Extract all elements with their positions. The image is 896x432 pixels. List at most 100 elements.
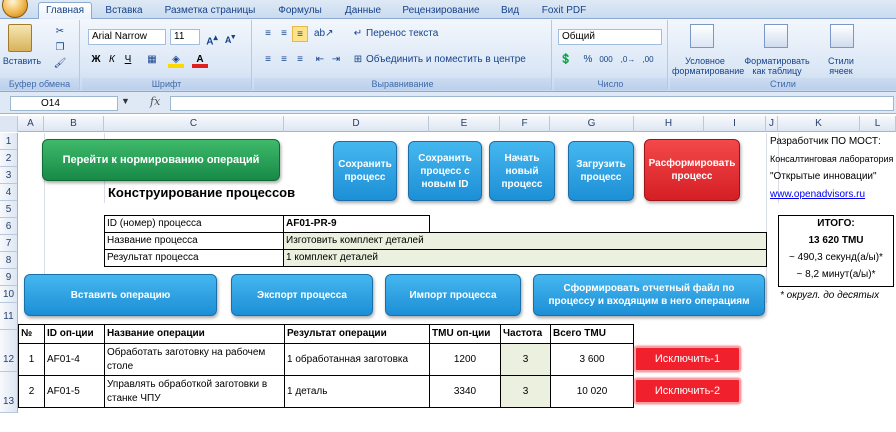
office-button[interactable] — [2, 0, 28, 18]
orientation-icon[interactable]: ab↗ — [314, 26, 334, 42]
decrease-indent-icon[interactable]: ⇤ — [312, 52, 328, 68]
font-size-select[interactable]: 11 — [170, 29, 200, 45]
row-header-8[interactable]: 8 — [0, 252, 18, 269]
process-name-value[interactable]: Изготовить комплект деталей — [283, 232, 767, 250]
row-header-10[interactable]: 10 — [0, 286, 18, 303]
cell-styles-button[interactable]: Стили ячеек — [818, 56, 864, 76]
row-header-6[interactable]: 6 — [0, 218, 18, 235]
row-header-3[interactable]: 3 — [0, 167, 18, 184]
process-id-value[interactable]: AF01-PR-9 — [283, 215, 430, 233]
row-header-7[interactable]: 7 — [0, 235, 18, 252]
table-row-2-frequency[interactable]: 3 — [500, 375, 551, 408]
percent-icon[interactable]: % — [580, 52, 596, 68]
exclude-1-button[interactable]: Исключить-1 — [634, 346, 741, 372]
column-header-d[interactable]: D — [284, 116, 429, 132]
column-header-i[interactable]: I — [704, 116, 766, 132]
start-new-process-button[interactable]: Начать новый процесс — [489, 141, 555, 201]
tab-insert[interactable]: Вставка — [100, 3, 148, 19]
table-row-1-tmu: 1200 — [429, 343, 501, 376]
tab-formulas[interactable]: Формулы — [270, 3, 330, 19]
align-right-icon[interactable]: ≡ — [292, 52, 308, 68]
exclude-2-button[interactable]: Исключить-2 — [634, 378, 741, 404]
process-result-value[interactable]: 1 комплект деталей — [283, 249, 767, 267]
name-box-dropdown-icon[interactable]: ▼ — [121, 96, 130, 106]
row-header-9[interactable]: 9 — [0, 269, 18, 286]
format-as-table-icon[interactable] — [764, 24, 788, 48]
align-bottom-icon[interactable]: ≡ — [292, 26, 308, 42]
row-header-5[interactable]: 5 — [0, 201, 18, 218]
currency-icon[interactable]: 💲 — [558, 52, 574, 68]
format-painter-icon[interactable]: 🖌 — [52, 56, 68, 72]
underline-icon[interactable]: Ч — [120, 52, 136, 68]
export-process-button[interactable]: Экспорт процесса — [231, 274, 373, 316]
font-name-select[interactable]: Arial Narrow — [88, 29, 166, 45]
column-header-j[interactable]: J — [766, 116, 778, 132]
italic-icon[interactable]: К — [104, 52, 120, 68]
number-format-select[interactable]: Общий — [558, 29, 662, 45]
wrap-text-button[interactable]: Перенос текста — [366, 29, 438, 39]
row-header-12[interactable]: 12 — [0, 330, 18, 372]
wrap-text-icon[interactable]: ↵ — [350, 26, 366, 42]
tab-view[interactable]: Вид — [494, 3, 526, 19]
cell-styles-icon[interactable] — [830, 24, 854, 48]
copy-icon[interactable]: ❐ — [52, 40, 68, 56]
fill-color-icon[interactable]: ◈ — [168, 52, 184, 68]
decrease-decimal-icon[interactable]: ,00 — [640, 52, 656, 68]
tab-page-layout[interactable]: Разметка страницы — [158, 3, 262, 19]
row-header-11[interactable]: 11 — [0, 303, 18, 330]
row-header-4[interactable]: 4 — [0, 184, 18, 201]
import-process-button[interactable]: Импорт процесса — [385, 274, 521, 316]
merge-center-icon[interactable]: ⊞ — [350, 52, 366, 68]
column-header-c[interactable]: C — [104, 116, 284, 132]
align-middle-icon[interactable]: ≡ — [276, 26, 292, 42]
row-header-2[interactable]: 2 — [0, 150, 18, 167]
format-as-table-button[interactable]: Форматировать как таблицу — [740, 56, 814, 76]
tab-data[interactable]: Данные — [338, 3, 388, 19]
formula-input[interactable] — [170, 96, 894, 111]
column-header-g[interactable]: G — [550, 116, 634, 132]
align-left-icon[interactable]: ≡ — [260, 52, 276, 68]
cut-icon[interactable]: ✂ — [52, 24, 68, 40]
column-header-a[interactable]: A — [18, 116, 44, 132]
table-row-1-frequency[interactable]: 3 — [500, 343, 551, 376]
name-box[interactable]: O14 — [10, 96, 118, 111]
paste-button[interactable]: Вставить — [2, 56, 42, 66]
bold-icon[interactable]: Ж — [88, 52, 104, 68]
tab-review[interactable]: Рецензирование — [396, 3, 486, 19]
increase-decimal-icon[interactable]: ,0→ — [620, 52, 636, 68]
table-row-2-id: AF01-5 — [44, 375, 105, 408]
align-center-icon[interactable]: ≡ — [276, 52, 292, 68]
conditional-format-icon[interactable] — [690, 24, 714, 48]
goto-normalization-button[interactable]: Перейти к нормированию операций — [42, 139, 280, 181]
thousands-icon[interactable]: 000 — [598, 52, 614, 68]
tab-foxit-pdf[interactable]: Foxit PDF — [536, 3, 592, 19]
insert-operation-button[interactable]: Вставить операцию — [24, 274, 217, 316]
ribbon-tab-bar: Главная Вставка Разметка страницы Формул… — [0, 0, 896, 20]
paste-icon[interactable] — [8, 24, 32, 52]
load-process-button[interactable]: Загрузить процесс — [568, 141, 634, 201]
column-header-b[interactable]: B — [44, 116, 104, 132]
font-color-icon[interactable]: A — [192, 52, 208, 68]
developer-link[interactable]: www.openadvisors.ru — [768, 187, 867, 202]
shrink-font-icon[interactable]: A▾ — [222, 29, 238, 45]
row-header-13[interactable]: 13 — [0, 372, 18, 413]
select-all-corner[interactable] — [0, 116, 18, 132]
conditional-format-button[interactable]: Условное форматирование — [672, 56, 744, 76]
column-header-e[interactable]: E — [429, 116, 500, 132]
merge-center-button[interactable]: Объединить и поместить в центре — [366, 55, 526, 65]
grow-font-icon[interactable]: A▴ — [204, 29, 220, 47]
save-process-button[interactable]: Сохранить процесс — [333, 141, 397, 201]
column-header-h[interactable]: H — [634, 116, 704, 132]
row-header-1[interactable]: 1 — [0, 133, 18, 150]
disband-process-button[interactable]: Расформировать процесс — [644, 139, 740, 201]
increase-indent-icon[interactable]: ⇥ — [328, 52, 344, 68]
column-header-l[interactable]: L — [860, 116, 896, 132]
column-header-f[interactable]: F — [500, 116, 550, 132]
save-process-new-id-button[interactable]: Сохранить процесс с новым ID — [408, 141, 482, 201]
generate-report-button[interactable]: Сформировать отчетный файл по процессу и… — [533, 274, 765, 316]
align-top-icon[interactable]: ≡ — [260, 26, 276, 42]
fx-icon[interactable]: fx — [150, 95, 160, 108]
column-header-k[interactable]: K — [778, 116, 860, 132]
tab-home[interactable]: Главная — [38, 2, 92, 20]
borders-icon[interactable]: ▦ — [144, 52, 160, 68]
